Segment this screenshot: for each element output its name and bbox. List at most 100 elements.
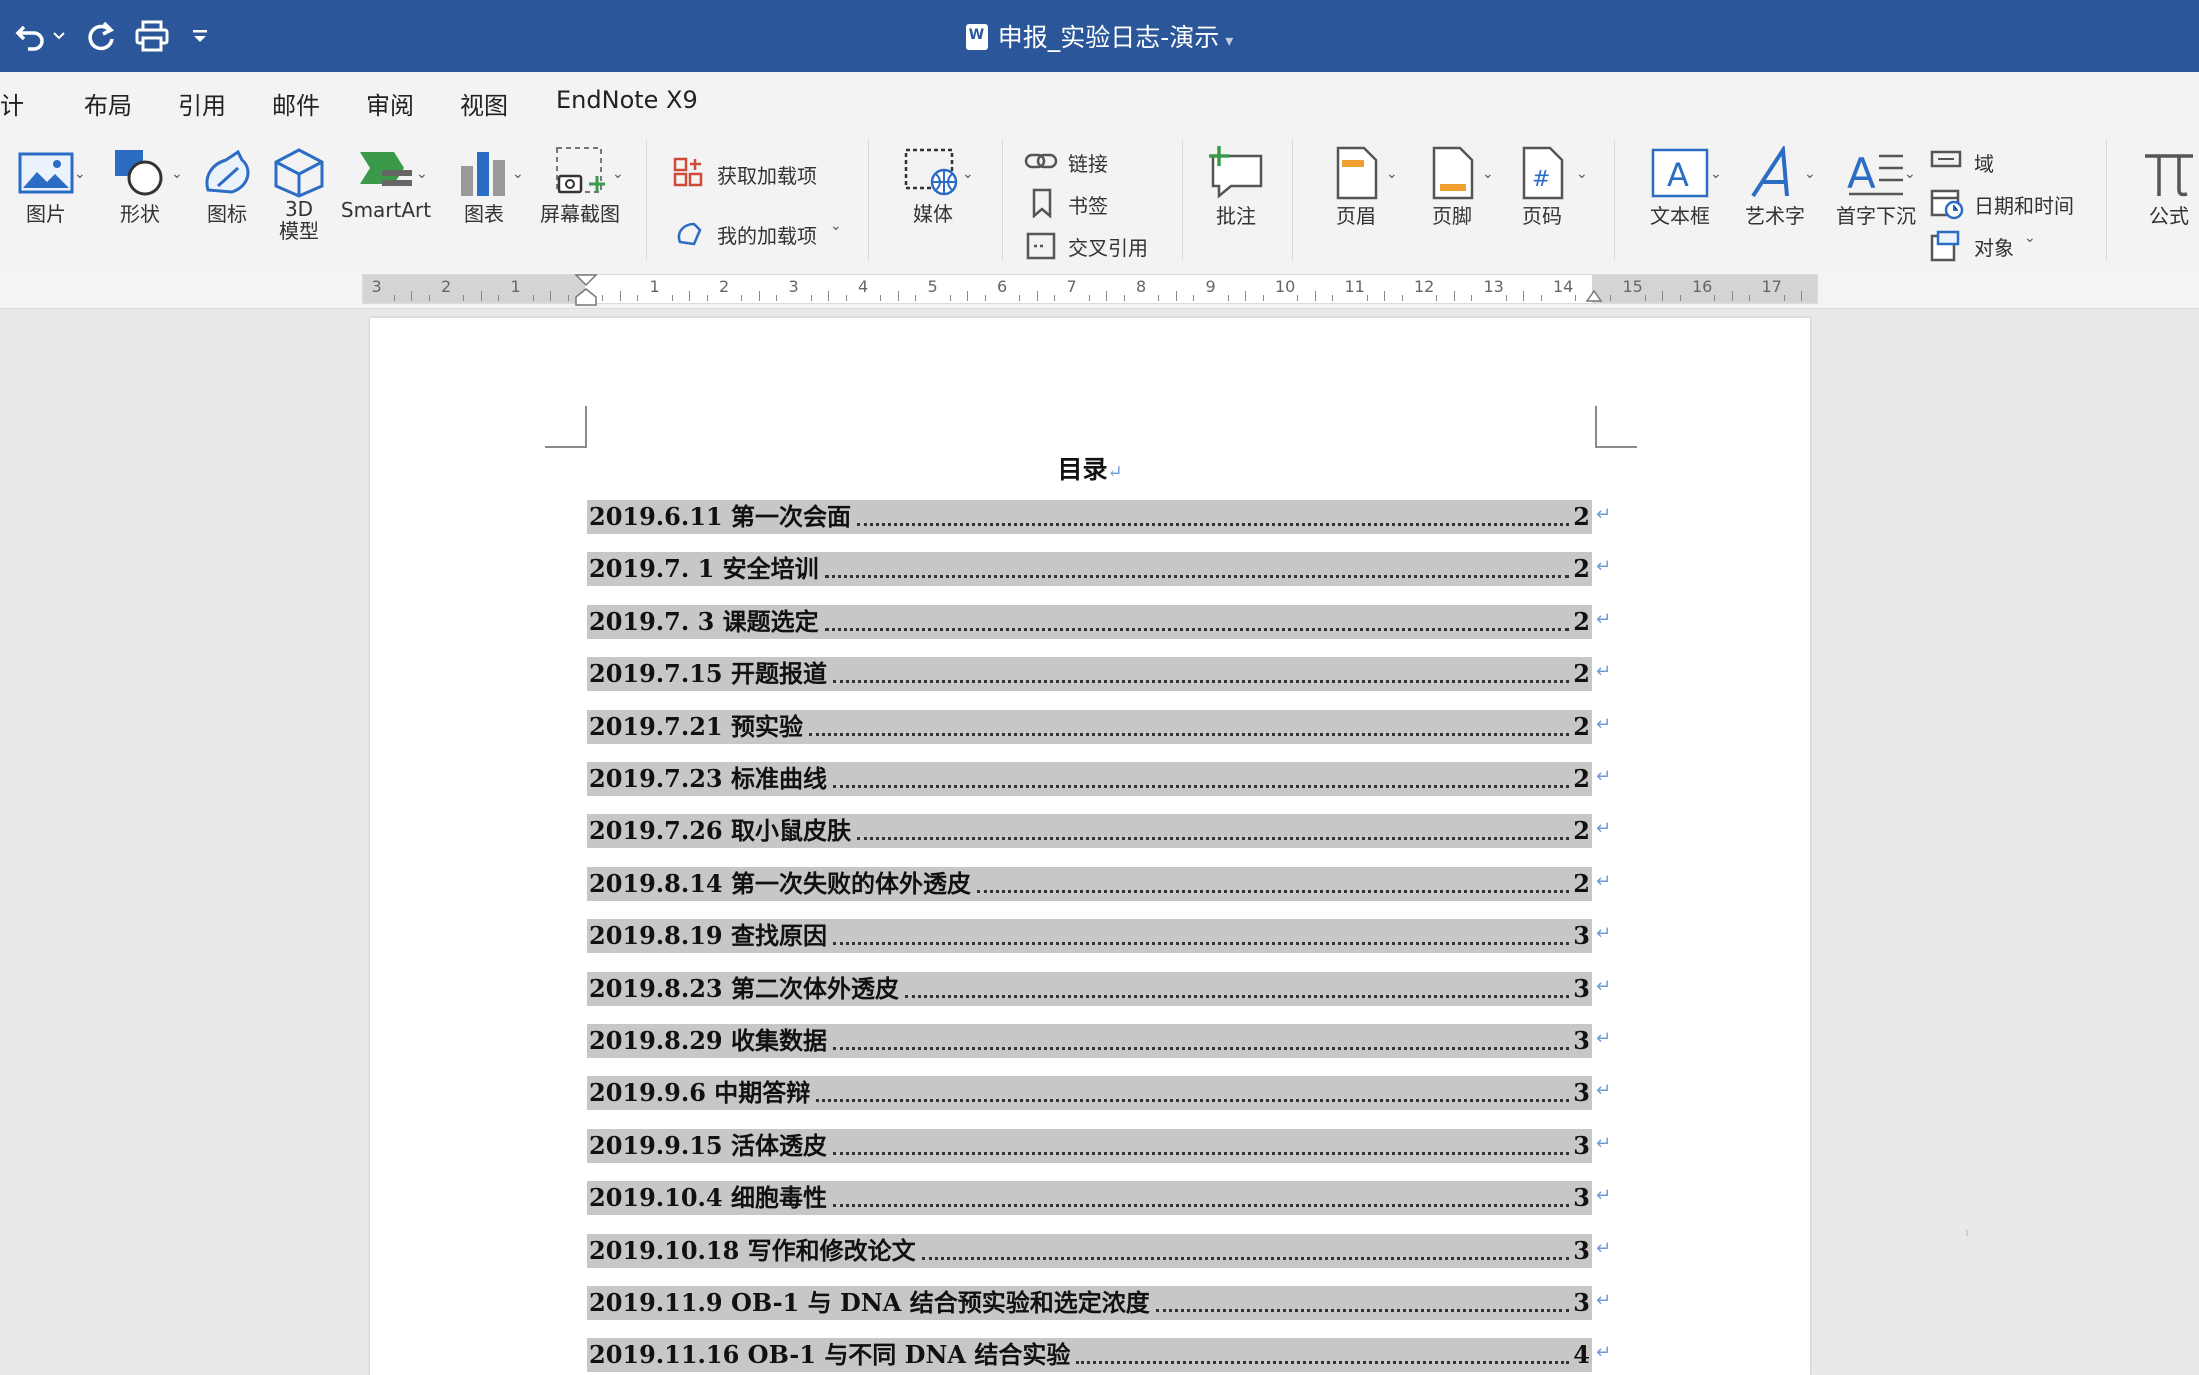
- horizontal-ruler[interactable]: 3 2 1 1 2 3 4 5 6 7 8 9 10 11 12 13 14 15 16 17: [0, 272, 2199, 309]
- ruler-tick: [1610, 295, 1612, 301]
- picture-button[interactable]: 图片: [6, 146, 86, 227]
- object-button[interactable]: 对象: [1974, 232, 2014, 261]
- chevron-down-icon[interactable]: ⌄: [830, 218, 842, 234]
- toc-entry-text: 2019.7.15 开题报道: [589, 659, 827, 689]
- toc-entry[interactable]: 2019.11.9 OB-1 与 DNA 结合预实验和选定浓度 3: [587, 1286, 1592, 1320]
- toc-entry-text: 2019.8.14 第一次失败的体外透皮: [589, 868, 971, 898]
- field-icon: [1930, 146, 1962, 178]
- toc-entry[interactable]: 2019.10.18 写作和修改论文 3: [587, 1233, 1592, 1268]
- ruler-tick: [758, 291, 760, 301]
- textbox-button[interactable]: A 文本框: [1632, 146, 1728, 229]
- bookmark-button[interactable]: 书签: [1068, 190, 1108, 219]
- chevron-down-icon[interactable]: ⌄: [962, 166, 974, 182]
- cross-reference-button[interactable]: 交叉引用: [1068, 232, 1148, 261]
- indent-marker-icon[interactable]: [573, 273, 599, 307]
- ribbon-separator: [646, 140, 647, 260]
- ruler-tick: [828, 291, 830, 301]
- tab-review[interactable]: 审阅: [366, 86, 414, 121]
- toc-entry[interactable]: 2019.7.23 标准曲线 2: [587, 762, 1592, 796]
- paragraph-mark-icon: ↵: [1596, 1290, 1612, 1311]
- toc-entry-page: 2: [1573, 816, 1590, 846]
- toc-entry[interactable]: 2019.8.14 第一次失败的体外透皮 2: [587, 866, 1592, 901]
- drop-cap-button[interactable]: A 首字下沉: [1828, 146, 1924, 229]
- drop-cap-icon: A: [1847, 149, 1903, 198]
- ruler-number: 11: [1344, 277, 1365, 296]
- toc-entry-text: 2019.11.9 OB-1 与 DNA 结合预实验和选定浓度: [589, 1288, 1150, 1317]
- ribbon-separator: [1002, 140, 1003, 260]
- screenshot-button[interactable]: 屏幕截图: [532, 146, 628, 227]
- media-button[interactable]: 媒体: [888, 146, 978, 227]
- toc-entry[interactable]: 2019.7.21 预实验 2: [587, 709, 1592, 744]
- ruler-tick: [897, 291, 899, 301]
- tab-view[interactable]: 视图: [460, 86, 508, 121]
- chevron-down-icon[interactable]: ⌄: [512, 166, 524, 182]
- chevron-down-icon[interactable]: ⌄: [1576, 166, 1588, 182]
- paragraph-mark-icon: ↵: [1596, 661, 1612, 683]
- toc-entry[interactable]: 2019.7.26 取小鼠皮肤 2: [587, 814, 1592, 849]
- chevron-down-icon[interactable]: ⌄: [416, 166, 428, 182]
- 3d-models-button[interactable]: 3D 模型: [264, 146, 334, 242]
- chart-button[interactable]: 图表: [444, 146, 524, 227]
- page-number-button[interactable]: # 页码: [1504, 146, 1580, 229]
- ruler-tick: [810, 295, 812, 301]
- footer-button[interactable]: 页脚: [1412, 146, 1492, 229]
- toc-entry[interactable]: 2019.8.23 第二次体外透皮 3: [587, 971, 1592, 1006]
- ruler-tick: [741, 295, 743, 301]
- chevron-down-icon[interactable]: ⌄: [612, 166, 624, 182]
- toc-entry[interactable]: 2019.9.6 中期答辩 3: [587, 1076, 1592, 1111]
- tab-layout[interactable]: 布局: [84, 86, 132, 121]
- shapes-button[interactable]: 形状: [100, 146, 180, 227]
- toc-entry[interactable]: 2019.8.29 收集数据 3: [587, 1024, 1592, 1058]
- tab-endnote[interactable]: EndNote X9: [556, 86, 698, 114]
- toc-entry-text: 2019.6.11 第一次会面: [589, 502, 851, 531]
- toc-entry[interactable]: 2019.7. 1 安全培训 2: [587, 552, 1592, 587]
- toc-entry-text: 2019.11.16 OB-1 与不同 DNA 结合实验: [589, 1340, 1071, 1370]
- toc-entry-page: 3: [1573, 1130, 1590, 1160]
- ruler-tick: [1783, 295, 1785, 301]
- chevron-down-icon[interactable]: ⌄: [74, 166, 86, 182]
- icons-button[interactable]: 图标: [192, 146, 262, 227]
- paragraph-mark-icon: ↵: [1596, 818, 1612, 840]
- toc-entry[interactable]: 2019.11.16 OB-1 与不同 DNA 结合实验 4: [587, 1338, 1592, 1373]
- ruler-number: 2: [441, 277, 452, 296]
- link-button[interactable]: 链接: [1068, 148, 1108, 177]
- toc-entry[interactable]: 2019.7.15 开题报道 2: [587, 657, 1592, 692]
- toc-entry[interactable]: 2019.7. 3 课题选定 2: [587, 604, 1592, 639]
- paragraph-mark-icon: ↵: [1596, 870, 1612, 892]
- ruler-number: 4: [858, 277, 869, 296]
- chevron-down-icon[interactable]: ⌄: [1710, 166, 1722, 182]
- ruler-tick: [1523, 291, 1525, 301]
- paragraph-mark-icon: ↵: [1596, 923, 1612, 945]
- header-button[interactable]: 页眉: [1316, 146, 1396, 229]
- field-button[interactable]: 域: [1974, 148, 1994, 177]
- chevron-down-icon[interactable]: ⌄: [1386, 166, 1398, 182]
- tab-design[interactable]: 设计: [0, 86, 24, 121]
- right-indent-marker-icon[interactable]: [1585, 285, 1603, 303]
- toc-entry[interactable]: 2019.8.19 查找原因 3: [587, 919, 1592, 954]
- equation-button[interactable]: 公式: [2124, 146, 2199, 229]
- tab-references[interactable]: 引用: [178, 86, 226, 121]
- paragraph-mark-icon: ↵: [1596, 713, 1612, 735]
- get-addins-button[interactable]: 获取加载项: [717, 160, 817, 189]
- toc-entry[interactable]: 2019.9.15 活体透皮 3: [587, 1128, 1592, 1163]
- chevron-down-icon[interactable]: ⌄: [1804, 166, 1816, 182]
- chevron-down-icon[interactable]: ⌄: [1482, 166, 1494, 182]
- toc-entry[interactable]: 2019.10.4 细胞毒性 3: [587, 1181, 1592, 1216]
- tab-mailings[interactable]: 邮件: [272, 86, 320, 121]
- ruler-number: 3: [371, 277, 382, 296]
- wordart-button[interactable]: 艺术字: [1730, 146, 1820, 229]
- smartart-button[interactable]: SmartArt: [338, 146, 434, 222]
- chevron-down-icon[interactable]: ⌄: [1904, 166, 1916, 182]
- chevron-down-icon[interactable]: ⌄: [2024, 230, 2036, 246]
- ruler-tick: [567, 295, 569, 301]
- date-time-button[interactable]: 日期和时间: [1974, 190, 2074, 219]
- chevron-down-icon[interactable]: ⌄: [171, 166, 183, 182]
- toc-entry[interactable]: 2019.6.11 第一次会面 2: [587, 500, 1592, 534]
- toc-leader-dots: [976, 889, 1570, 893]
- ruler-tick: [984, 295, 986, 301]
- my-addins-button[interactable]: 我的加载项: [717, 220, 817, 249]
- document-page[interactable]: 目录↵ 2019.6.11 第一次会面 2 ↵ 2019.7. 1 安全培训 2 ↵ 201…: [370, 318, 1968, 1375]
- comment-button[interactable]: 批注: [1198, 144, 1274, 229]
- document-title[interactable]: 申报_实验日志-演示▾: [0, 18, 2199, 54]
- toc-entry-page: 2: [1573, 764, 1590, 793]
